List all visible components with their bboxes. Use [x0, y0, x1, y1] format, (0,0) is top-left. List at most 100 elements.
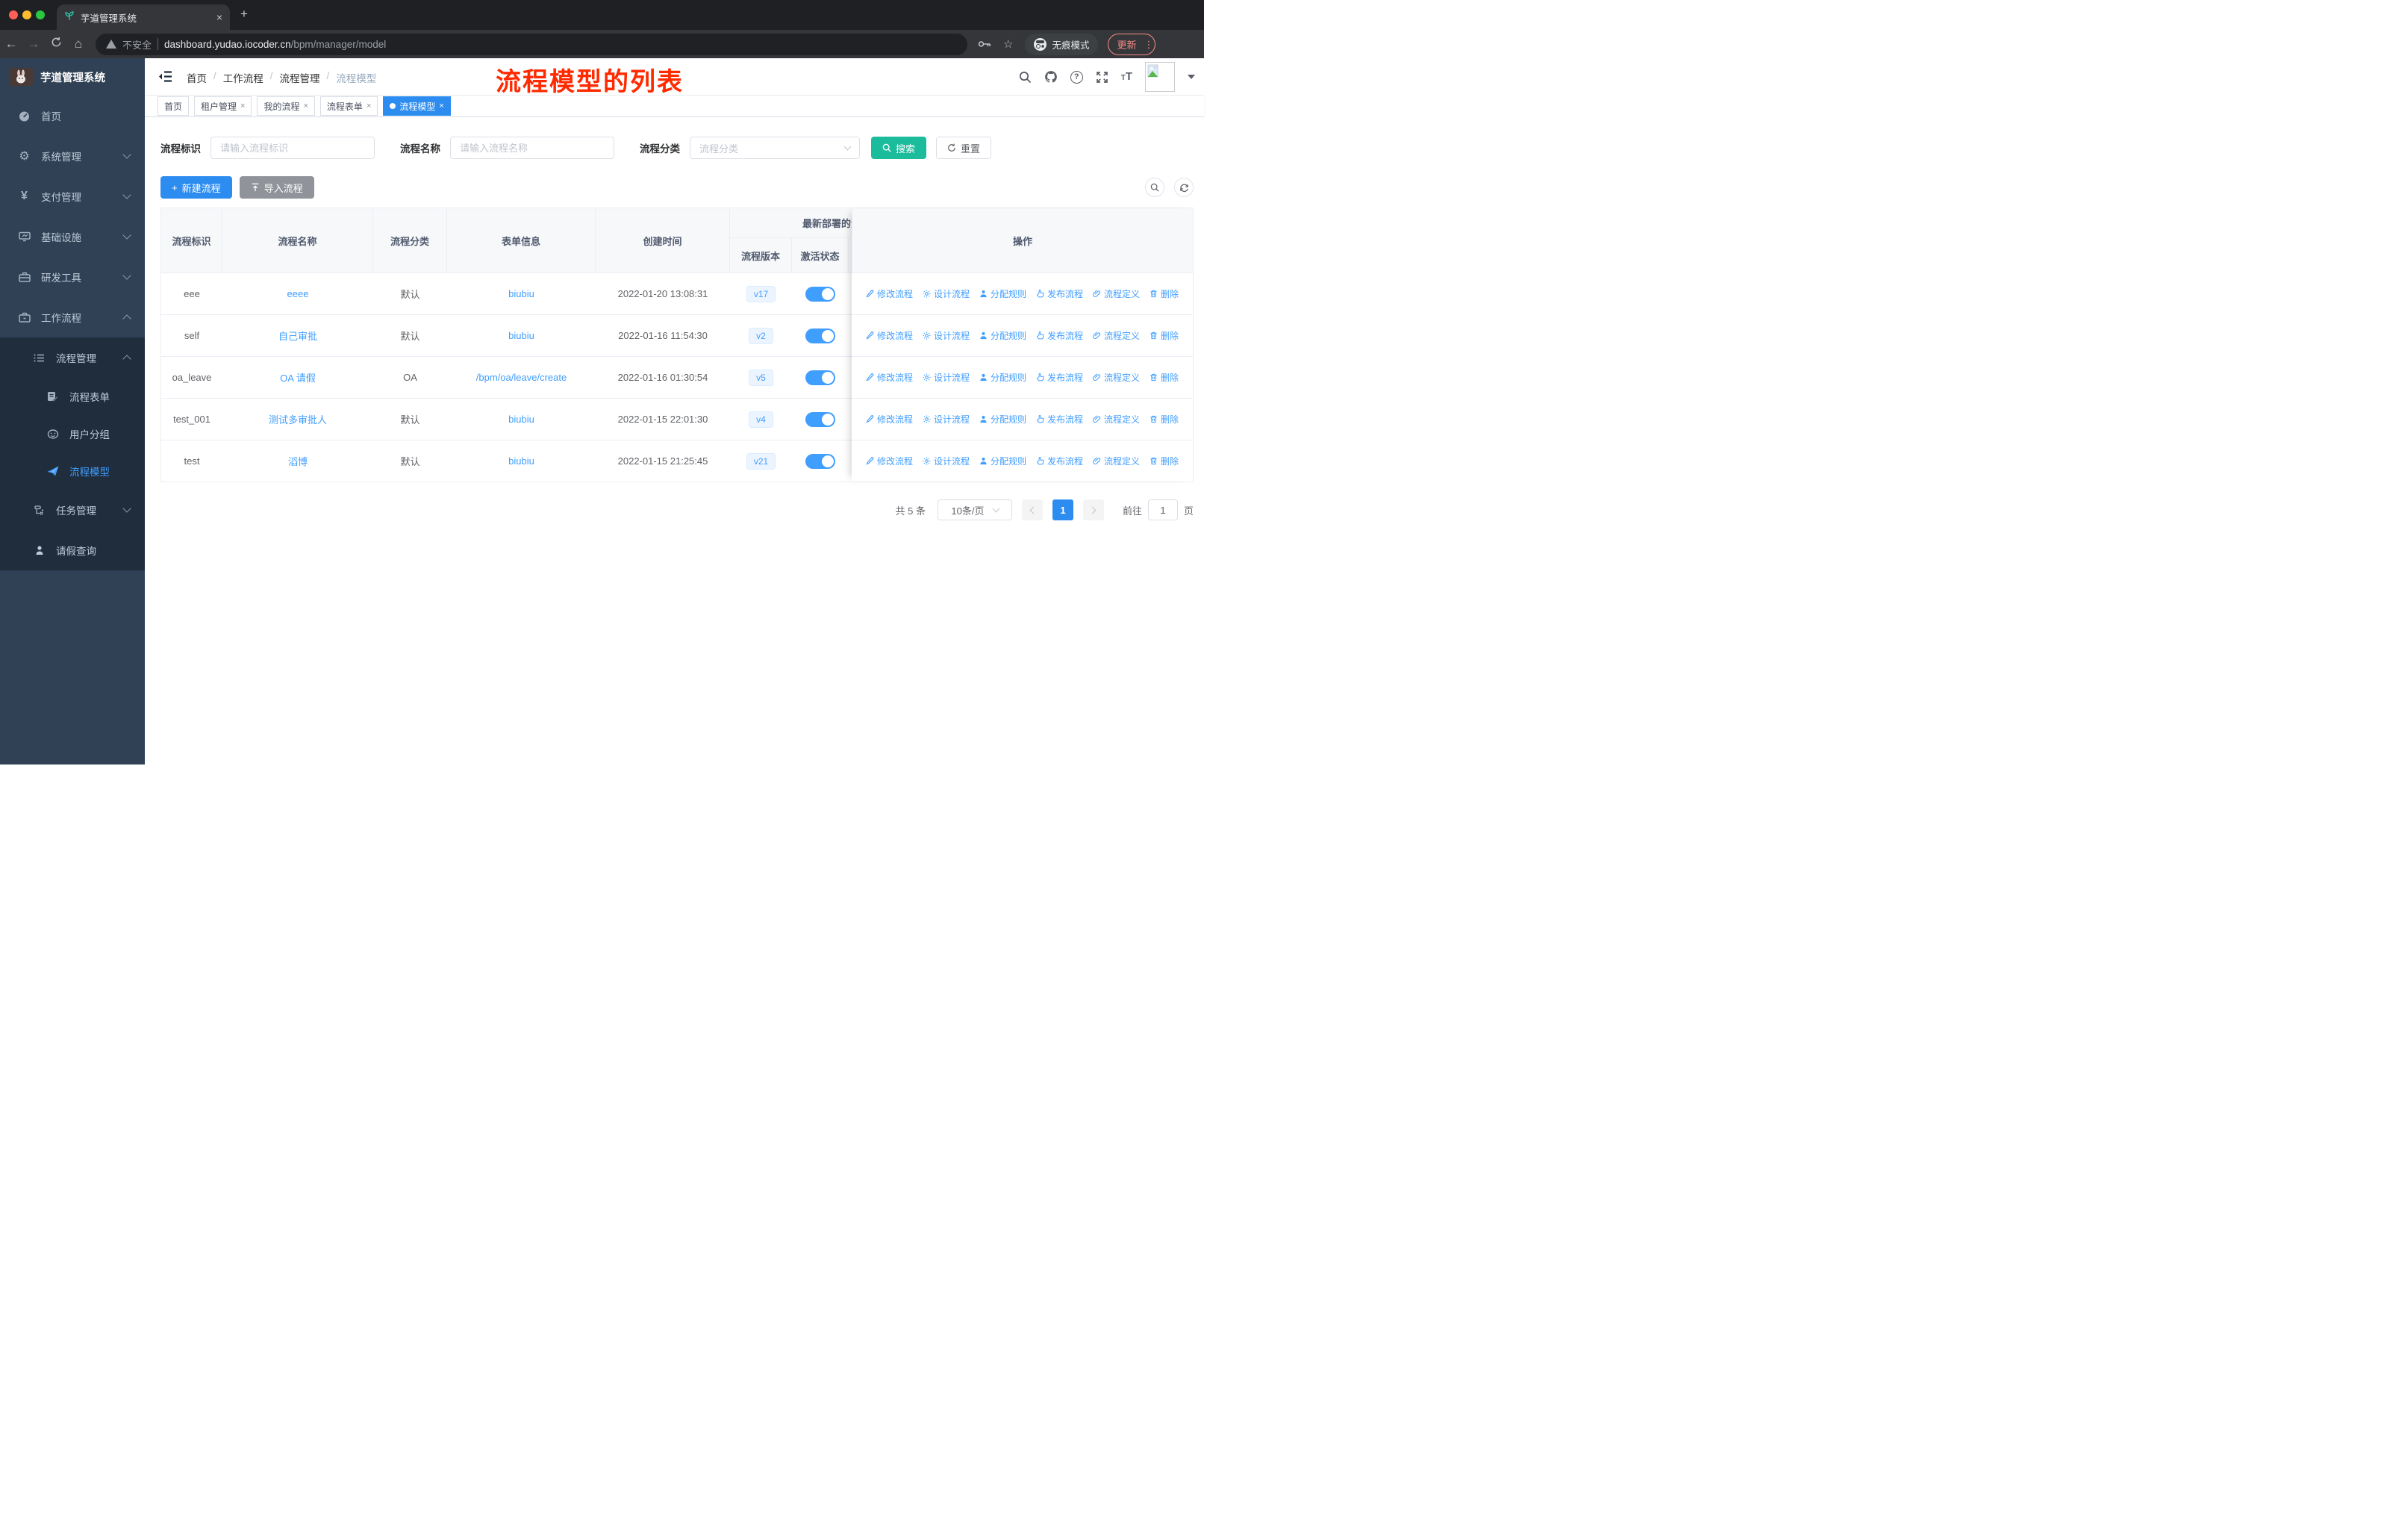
sidebar-logo[interactable]: 芋道管理系统: [0, 58, 145, 96]
sidebar-item-system[interactable]: ⚙ 系统管理: [0, 136, 145, 176]
password-key-icon[interactable]: [978, 38, 991, 51]
delete-link[interactable]: 删除: [1150, 371, 1179, 384]
bookmark-star-icon[interactable]: ☆: [1003, 37, 1013, 51]
traffic-light-minimize[interactable]: [22, 10, 31, 19]
goto-page-input[interactable]: [1147, 499, 1178, 520]
close-icon[interactable]: ×: [439, 102, 443, 110]
active-status-toggle[interactable]: [805, 370, 835, 385]
forward-icon[interactable]: →: [22, 37, 45, 52]
search-icon[interactable]: [1019, 71, 1032, 84]
new-tab-button[interactable]: +: [240, 7, 248, 22]
sidebar-item-devtools[interactable]: 研发工具: [0, 257, 145, 297]
delete-link[interactable]: 删除: [1150, 287, 1179, 300]
process-definition-link[interactable]: 流程定义: [1093, 287, 1140, 300]
edit-process-link[interactable]: 修改流程: [866, 329, 913, 342]
sidebar-item-leave-query[interactable]: 请假查询: [0, 530, 145, 570]
github-icon[interactable]: [1044, 70, 1058, 84]
edit-process-link[interactable]: 修改流程: [866, 455, 913, 467]
active-status-toggle[interactable]: [805, 411, 835, 427]
browser-tab[interactable]: 芋道管理系统 ×: [57, 4, 230, 30]
close-icon[interactable]: ×: [366, 102, 371, 110]
assign-rule-link[interactable]: 分配规则: [979, 455, 1026, 467]
edit-process-link[interactable]: 修改流程: [866, 287, 913, 300]
sidebar-item-process-form[interactable]: 流程表单: [0, 378, 145, 415]
edit-process-link[interactable]: 修改流程: [866, 371, 913, 384]
process-definition-link[interactable]: 流程定义: [1093, 455, 1140, 467]
search-button[interactable]: 搜索: [871, 137, 927, 159]
current-page-button[interactable]: 1: [1052, 499, 1073, 520]
delete-link[interactable]: 删除: [1150, 413, 1179, 426]
process-definition-link[interactable]: 流程定义: [1093, 371, 1140, 384]
back-icon[interactable]: ←: [0, 37, 22, 52]
help-icon[interactable]: ?: [1070, 70, 1083, 84]
process-name-link[interactable]: 滔博: [288, 454, 308, 468]
show-search-button[interactable]: [1145, 178, 1164, 197]
form-info-link[interactable]: biubiu: [508, 288, 534, 299]
traffic-light-zoom[interactable]: [36, 10, 45, 19]
home-icon[interactable]: ⌂: [67, 37, 90, 52]
active-status-toggle[interactable]: [805, 328, 835, 343]
browser-update-button[interactable]: 更新 ⋮: [1108, 33, 1156, 55]
publish-process-link[interactable]: 发布流程: [1036, 413, 1083, 426]
url-bar[interactable]: 不安全 dashboard.yudao.iocoder.cn/bpm/manag…: [96, 33, 967, 55]
process-definition-link[interactable]: 流程定义: [1093, 413, 1140, 426]
sidebar-item-infra[interactable]: 基础设施: [0, 217, 145, 257]
tag-process-model[interactable]: 流程模型 ×: [383, 96, 451, 116]
design-process-link[interactable]: 设计流程: [923, 329, 970, 342]
form-info-link[interactable]: biubiu: [508, 414, 534, 425]
active-status-toggle[interactable]: [805, 453, 835, 469]
sidebar-item-process-mgmt[interactable]: 流程管理: [0, 337, 145, 378]
filter-id-input[interactable]: [210, 137, 375, 159]
reload-icon[interactable]: [45, 37, 67, 52]
prev-page-button[interactable]: [1021, 499, 1043, 520]
publish-process-link[interactable]: 发布流程: [1036, 287, 1083, 300]
avatar[interactable]: [1145, 62, 1175, 92]
process-name-link[interactable]: 自己审批: [278, 328, 317, 343]
sidebar-item-home[interactable]: 首页: [0, 96, 145, 136]
sidebar-item-payment[interactable]: ¥ 支付管理: [0, 176, 145, 217]
sidebar-item-task-mgmt[interactable]: 任务管理: [0, 490, 145, 530]
browser-menu-icon[interactable]: ⋮: [1144, 40, 1153, 49]
filter-name-input[interactable]: [450, 137, 614, 159]
breadcrumb-home[interactable]: 首页: [187, 70, 207, 85]
sidebar-item-workflow[interactable]: 工作流程: [0, 297, 145, 337]
sidebar-item-user-group[interactable]: 用户分组: [0, 415, 145, 452]
create-process-button[interactable]: + 新建流程: [160, 176, 232, 199]
edit-process-link[interactable]: 修改流程: [866, 413, 913, 426]
tag-process-form[interactable]: 流程表单 ×: [319, 96, 378, 116]
import-process-button[interactable]: 导入流程: [239, 176, 314, 199]
tag-my-process[interactable]: 我的流程 ×: [257, 96, 315, 116]
design-process-link[interactable]: 设计流程: [923, 287, 970, 300]
publish-process-link[interactable]: 发布流程: [1036, 371, 1083, 384]
publish-process-link[interactable]: 发布流程: [1036, 455, 1083, 467]
page-size-select[interactable]: 10条/页: [937, 499, 1012, 520]
tab-close-icon[interactable]: ×: [216, 11, 222, 23]
traffic-light-close[interactable]: [9, 10, 18, 19]
assign-rule-link[interactable]: 分配规则: [979, 329, 1026, 342]
process-name-link[interactable]: eeee: [287, 288, 309, 299]
avatar-caret-icon[interactable]: [1188, 75, 1195, 79]
design-process-link[interactable]: 设计流程: [923, 455, 970, 467]
refresh-button[interactable]: [1174, 178, 1194, 197]
form-info-link[interactable]: /bpm/oa/leave/create: [476, 372, 567, 383]
process-name-link[interactable]: OA 请假: [280, 370, 316, 384]
breadcrumb-workflow[interactable]: 工作流程: [223, 70, 263, 85]
sidebar-item-process-model[interactable]: 流程模型: [0, 452, 145, 490]
tag-home[interactable]: 首页: [157, 96, 190, 116]
process-definition-link[interactable]: 流程定义: [1093, 329, 1140, 342]
fullscreen-icon[interactable]: [1096, 71, 1108, 84]
design-process-link[interactable]: 设计流程: [923, 371, 970, 384]
filter-category-select[interactable]: 流程分类: [690, 137, 860, 159]
delete-link[interactable]: 删除: [1150, 455, 1179, 467]
assign-rule-link[interactable]: 分配规则: [979, 413, 1026, 426]
font-size-icon[interactable]: TT: [1121, 70, 1132, 84]
process-name-link[interactable]: 测试多审批人: [269, 412, 327, 426]
design-process-link[interactable]: 设计流程: [923, 413, 970, 426]
form-info-link[interactable]: biubiu: [508, 455, 534, 467]
breadcrumb-process-mgmt[interactable]: 流程管理: [280, 70, 320, 85]
assign-rule-link[interactable]: 分配规则: [979, 287, 1026, 300]
hamburger-icon[interactable]: [158, 69, 172, 84]
active-status-toggle[interactable]: [805, 286, 835, 302]
tag-tenant[interactable]: 租户管理 ×: [194, 96, 252, 116]
close-icon[interactable]: ×: [240, 102, 245, 110]
